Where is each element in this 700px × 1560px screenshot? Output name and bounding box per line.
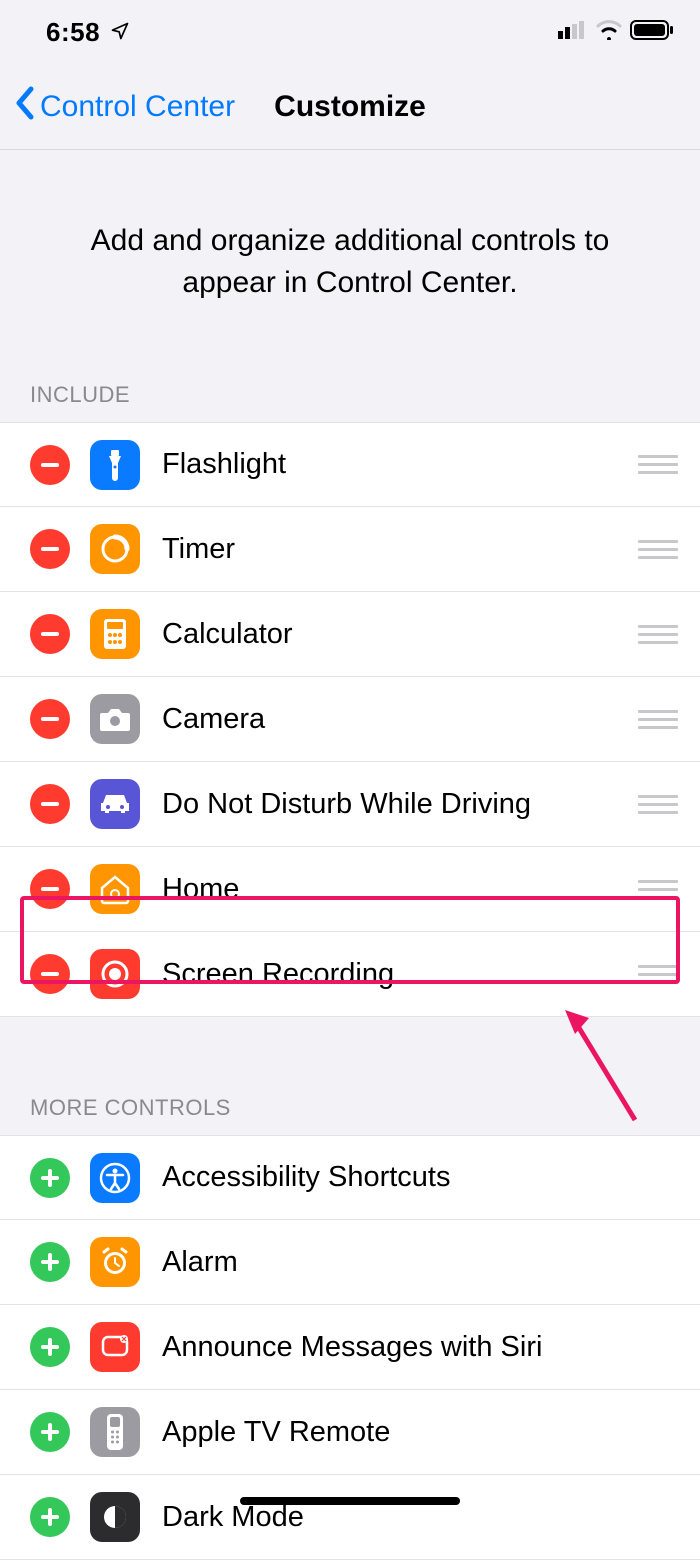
row-camera: Camera — [0, 677, 700, 762]
timer-icon — [90, 524, 140, 574]
back-button[interactable]: Control Center — [14, 86, 235, 128]
camera-icon — [90, 694, 140, 744]
alarm-icon — [90, 1237, 140, 1287]
remove-button[interactable] — [30, 699, 70, 739]
row-calculator: Calculator — [0, 592, 700, 677]
add-button[interactable] — [30, 1327, 70, 1367]
cellular-signal-icon — [558, 21, 588, 44]
battery-icon — [630, 20, 674, 45]
calculator-icon — [90, 609, 140, 659]
flashlight-icon — [90, 440, 140, 490]
row-flashlight: Flashlight — [0, 422, 700, 507]
row-label: Apple TV Remote — [162, 1416, 678, 1449]
reorder-handle[interactable] — [638, 792, 678, 816]
wifi-icon — [596, 20, 622, 45]
row-home: Home — [0, 847, 700, 932]
include-list: Flashlight Timer Calculator Camera — [0, 422, 700, 1017]
accessibility-icon — [90, 1153, 140, 1203]
reorder-handle[interactable] — [638, 622, 678, 646]
row-timer: Timer — [0, 507, 700, 592]
row-label: Dark Mode — [162, 1501, 678, 1534]
add-button[interactable] — [30, 1412, 70, 1452]
car-icon — [90, 779, 140, 829]
row-screen-recording: Screen Recording — [0, 932, 700, 1017]
chevron-left-icon — [14, 86, 36, 128]
remove-button[interactable] — [30, 529, 70, 569]
reorder-handle[interactable] — [638, 877, 678, 901]
add-button[interactable] — [30, 1158, 70, 1198]
row-dnd-driving: Do Not Disturb While Driving — [0, 762, 700, 847]
add-button[interactable] — [30, 1242, 70, 1282]
reorder-handle[interactable] — [638, 537, 678, 561]
section-header-more: MORE CONTROLS — [0, 1087, 700, 1135]
remove-button[interactable] — [30, 445, 70, 485]
row-label: Flashlight — [162, 448, 638, 481]
reorder-handle[interactable] — [638, 962, 678, 986]
remove-button[interactable] — [30, 869, 70, 909]
remove-button[interactable] — [30, 784, 70, 824]
reorder-handle[interactable] — [638, 707, 678, 731]
row-label: Accessibility Shortcuts — [162, 1161, 678, 1194]
nav-bar: Control Center Customize — [0, 64, 700, 150]
intro-text: Add and organize additional controls to … — [0, 150, 700, 374]
row-label: Screen Recording — [162, 958, 638, 991]
row-label: Timer — [162, 533, 638, 566]
home-indicator — [240, 1497, 460, 1505]
row-dark-mode: Dark Mode — [0, 1475, 700, 1560]
apple-tv-remote-icon — [90, 1407, 140, 1457]
remove-button[interactable] — [30, 954, 70, 994]
row-announce-messages: Announce Messages with Siri — [0, 1305, 700, 1390]
location-icon — [110, 17, 130, 48]
row-label: Camera — [162, 703, 638, 736]
back-label: Control Center — [40, 90, 235, 124]
dark-mode-icon — [90, 1492, 140, 1542]
add-button[interactable] — [30, 1497, 70, 1537]
section-header-include: INCLUDE — [0, 374, 700, 422]
row-apple-tv-remote: Apple TV Remote — [0, 1390, 700, 1475]
screen-recording-icon — [90, 949, 140, 999]
row-label: Announce Messages with Siri — [162, 1331, 678, 1364]
row-label: Do Not Disturb While Driving — [162, 788, 638, 821]
remove-button[interactable] — [30, 614, 70, 654]
announce-messages-icon — [90, 1322, 140, 1372]
row-label: Home — [162, 873, 638, 906]
status-time: 6:58 — [46, 17, 100, 48]
reorder-handle[interactable] — [638, 453, 678, 477]
page-title: Customize — [274, 90, 426, 124]
row-label: Calculator — [162, 618, 638, 651]
status-bar: 6:58 — [0, 0, 700, 64]
row-label: Alarm — [162, 1246, 678, 1279]
row-accessibility-shortcuts: Accessibility Shortcuts — [0, 1135, 700, 1220]
row-alarm: Alarm — [0, 1220, 700, 1305]
home-icon — [90, 864, 140, 914]
